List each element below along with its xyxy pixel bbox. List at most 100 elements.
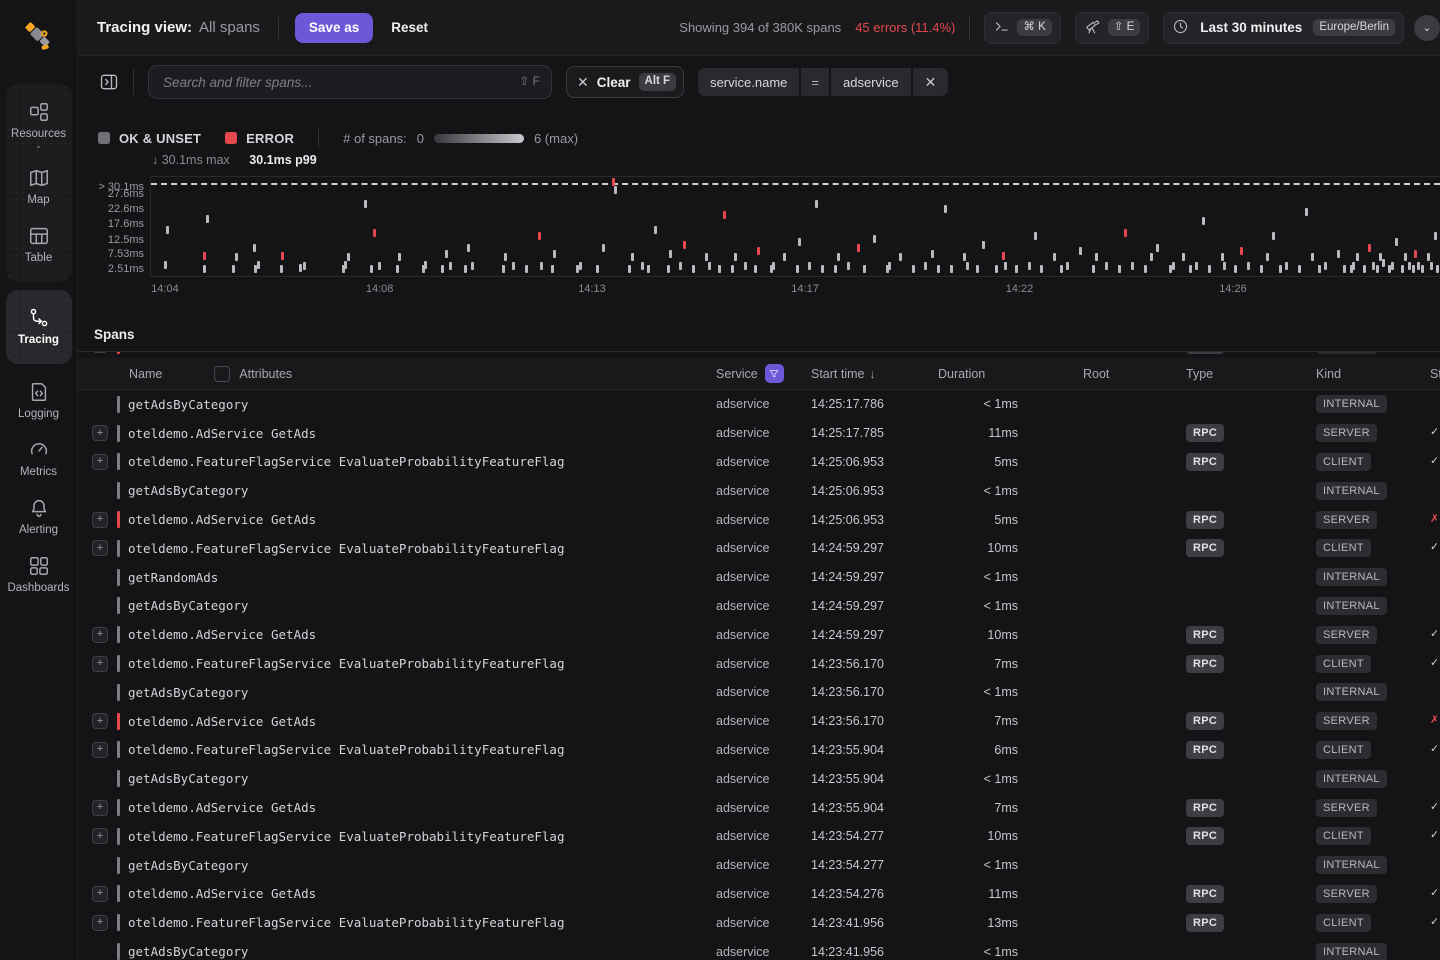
span-point[interactable] <box>1105 262 1108 270</box>
filter-chip-key[interactable]: service.name <box>698 68 799 96</box>
expand-row-button[interactable]: + <box>92 540 108 556</box>
span-point[interactable] <box>723 211 726 219</box>
span-point[interactable] <box>280 265 283 273</box>
span-point[interactable] <box>1066 262 1069 270</box>
span-point[interactable] <box>815 200 818 208</box>
span-point[interactable] <box>1247 262 1250 270</box>
table-row[interactable]: + getAdsByCategory adservice 14:23:55.90… <box>78 764 1440 793</box>
span-point[interactable] <box>1079 247 1082 255</box>
span-point[interactable] <box>344 261 347 269</box>
span-point[interactable] <box>924 262 927 270</box>
span-point[interactable] <box>1414 250 1417 258</box>
span-point[interactable] <box>950 265 953 273</box>
span-point[interactable] <box>596 265 599 273</box>
span-point[interactable] <box>966 262 969 270</box>
span-point[interactable] <box>464 265 467 273</box>
span-point[interactable] <box>683 241 686 249</box>
span-point[interactable] <box>347 253 350 261</box>
span-point[interactable] <box>257 261 260 269</box>
span-point[interactable] <box>798 238 801 246</box>
span-point[interactable] <box>235 253 238 261</box>
span-point[interactable] <box>1412 265 1415 273</box>
span-point[interactable] <box>1404 253 1407 261</box>
span-point[interactable] <box>1363 265 1366 273</box>
span-point[interactable] <box>1382 259 1385 267</box>
expand-row-button[interactable]: + <box>92 800 108 816</box>
span-point[interactable] <box>772 262 775 270</box>
table-row[interactable]: + oteldemo.FeatureFlagService EvaluatePr… <box>78 822 1440 851</box>
span-point[interactable] <box>445 250 448 258</box>
expand-row-button[interactable]: + <box>92 828 108 844</box>
span-point[interactable] <box>1368 244 1371 252</box>
span-point[interactable] <box>232 265 235 273</box>
explore-button[interactable]: ⇧ E <box>1075 12 1150 44</box>
span-point[interactable] <box>1002 252 1005 260</box>
column-kind[interactable]: Kind <box>1298 367 1420 381</box>
span-point[interactable] <box>525 265 528 273</box>
clear-filters-button[interactable]: ✕ Clear Alt F <box>566 66 684 98</box>
span-point[interactable] <box>1034 232 1037 240</box>
span-point[interactable] <box>1311 253 1314 261</box>
span-point[interactable] <box>1324 262 1327 270</box>
span-point[interactable] <box>1401 265 1404 273</box>
span-point[interactable] <box>912 265 915 273</box>
span-point[interactable] <box>614 186 617 194</box>
table-row[interactable]: + oteldemo.AdService GetAds adservice 14… <box>78 620 1440 649</box>
span-point[interactable] <box>1208 265 1211 273</box>
expand-row-button[interactable]: + <box>92 742 108 758</box>
column-status[interactable]: Status <box>1420 367 1440 381</box>
span-point[interactable] <box>203 265 206 273</box>
expand-row-button[interactable]: + <box>92 886 108 902</box>
span-point[interactable] <box>602 244 605 252</box>
span-point[interactable] <box>705 253 708 261</box>
span-point[interactable] <box>1436 265 1439 273</box>
span-point[interactable] <box>692 265 695 273</box>
app-logo[interactable] <box>17 14 61 58</box>
span-point[interactable] <box>1124 229 1127 237</box>
span-point[interactable] <box>1223 262 1226 270</box>
span-point[interactable] <box>1343 265 1346 273</box>
expand-row-button[interactable]: + <box>92 915 108 931</box>
sidebar-item-tracing[interactable]: Tracing <box>6 298 72 356</box>
span-point[interactable] <box>654 226 657 234</box>
expand-row-button[interactable]: + <box>92 512 108 528</box>
span-point[interactable] <box>1260 265 1263 273</box>
table-row[interactable]: + getRandomAds adservice 14:24:59.297 < … <box>78 563 1440 592</box>
span-point[interactable] <box>1272 232 1275 240</box>
span-point[interactable] <box>502 265 505 273</box>
span-point[interactable] <box>1318 265 1321 273</box>
span-point[interactable] <box>1060 265 1063 273</box>
table-row[interactable]: + oteldemo.FeatureFlagService EvaluatePr… <box>78 448 1440 477</box>
time-range-button[interactable]: Last 30 minutes Europe/Berlin <box>1163 12 1404 44</box>
span-point[interactable] <box>734 253 737 261</box>
span-point[interactable] <box>1040 265 1043 273</box>
table-row[interactable]: + oteldemo.AdService GetAds adservice 14… <box>78 505 1440 534</box>
span-point[interactable] <box>1095 253 1098 261</box>
span-point[interactable] <box>679 262 682 270</box>
span-point[interactable] <box>1372 262 1375 270</box>
span-point[interactable] <box>1015 265 1018 273</box>
span-point[interactable] <box>1285 262 1288 270</box>
reset-button[interactable]: Reset <box>391 20 428 35</box>
span-point[interactable] <box>837 253 840 261</box>
span-point[interactable] <box>299 264 302 272</box>
span-point[interactable] <box>1279 265 1282 273</box>
span-point[interactable] <box>1240 247 1243 255</box>
sidebar-item-logging[interactable]: Logging <box>6 372 72 430</box>
sidebar-item-metrics[interactable]: Metrics <box>6 430 72 488</box>
expand-row-button[interactable]: + <box>92 425 108 441</box>
column-service[interactable]: Service <box>716 367 758 381</box>
table-row[interactable]: + getAdsByCategory adservice 14:23:41.95… <box>78 937 1440 960</box>
span-point[interactable] <box>1202 217 1205 225</box>
span-point[interactable] <box>253 244 256 252</box>
column-duration[interactable]: Duration <box>938 367 1018 381</box>
span-point[interactable] <box>744 262 747 270</box>
span-point[interactable] <box>718 265 721 273</box>
sidebar-item-alerting[interactable]: Alerting <box>6 488 72 546</box>
span-point[interactable] <box>1305 208 1308 216</box>
span-point[interactable] <box>1182 253 1185 261</box>
span-point[interactable] <box>976 265 979 273</box>
table-row[interactable]: + oteldemo.FeatureFlagService EvaluatePr… <box>78 649 1440 678</box>
span-point[interactable] <box>553 250 556 258</box>
span-point[interactable] <box>1131 262 1134 270</box>
